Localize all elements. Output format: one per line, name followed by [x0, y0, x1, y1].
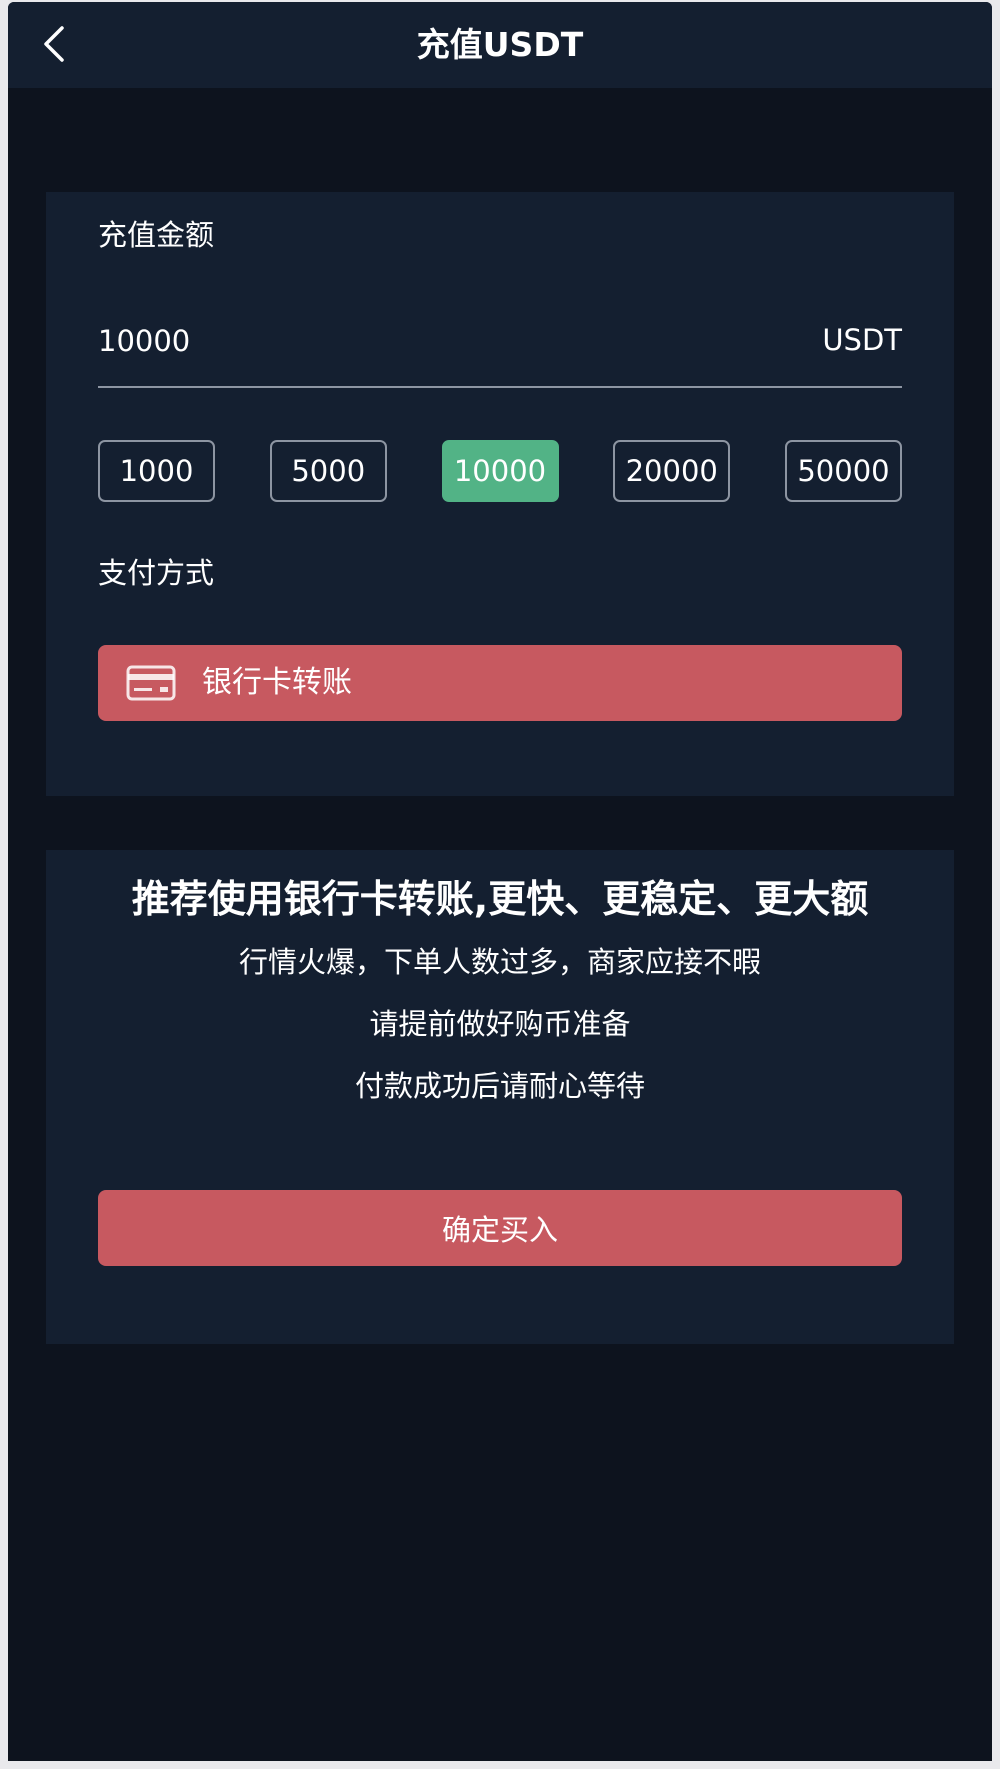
preset-button-10000[interactable]: 10000 — [441, 440, 559, 502]
amount-presets: 1000 5000 10000 20000 50000 — [98, 440, 902, 504]
recommendation-headline: 推荐使用银行卡转账,更快、更稳定、更大额 — [131, 877, 869, 921]
preset-button-20000[interactable]: 20000 — [613, 440, 731, 502]
currency-unit: USDT — [822, 323, 902, 357]
preset-button-5000[interactable]: 5000 — [269, 440, 387, 502]
bank-card-icon — [126, 665, 176, 701]
amount-label: 充值金额 — [98, 218, 215, 252]
bank-transfer-label: 银行卡转账 — [202, 665, 352, 700]
input-underline — [98, 386, 902, 388]
bank-transfer-option[interactable]: 银行卡转账 — [98, 645, 902, 721]
confirm-buy-button[interactable]: 确定买入 — [98, 1190, 902, 1266]
preset-button-50000[interactable]: 50000 — [785, 440, 902, 502]
amount-input[interactable] — [98, 321, 798, 361]
page-title: 充值USDT — [416, 25, 584, 64]
info-line: 行情火爆，下单人数过多，商家应接不暇 — [238, 945, 761, 979]
nav-bar: 充值USDT — [8, 2, 992, 88]
info-line: 请提前做好购币准备 — [369, 1007, 631, 1041]
info-line: 付款成功后请耐心等待 — [354, 1069, 645, 1103]
payment-method-label: 支付方式 — [98, 556, 215, 590]
recharge-card: 充值金额 USDT 1000 5000 10000 20000 50000 支付… — [46, 192, 954, 796]
preset-button-1000[interactable]: 1000 — [98, 440, 215, 502]
app-screen: 充值USDT 充值金额 USDT 1000 5000 10000 20000 5… — [8, 2, 992, 1761]
info-card: 推荐使用银行卡转账,更快、更稳定、更大额 行情火爆，下单人数过多，商家应接不暇 … — [46, 850, 954, 1344]
